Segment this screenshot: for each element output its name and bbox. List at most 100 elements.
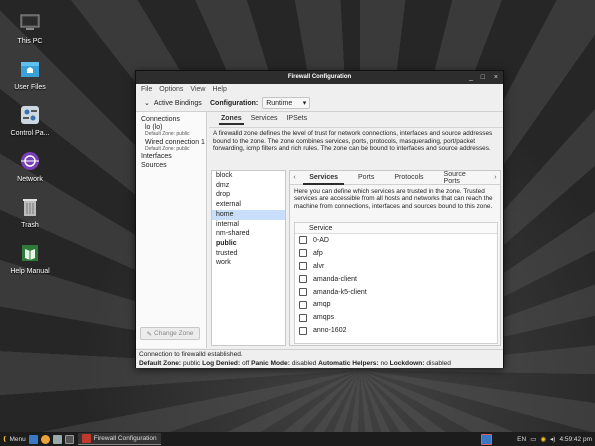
subtab-protocols[interactable]: Protocols: [384, 174, 433, 181]
service-name: amanda-client: [313, 275, 357, 283]
file-manager-icon[interactable]: [52, 434, 62, 444]
service-checkbox[interactable]: [299, 300, 307, 309]
start-menu-button[interactable]: ❪ Menu: [0, 435, 26, 444]
service-row[interactable]: anno-1602: [295, 324, 497, 337]
active-bindings-toggle[interactable]: ⌄ Active Bindings: [136, 99, 208, 108]
subtab-source-ports[interactable]: Source Ports: [434, 171, 491, 185]
menu-options[interactable]: Options: [158, 86, 184, 93]
zone-item[interactable]: external: [212, 200, 285, 210]
change-zone-label: Change Zone: [154, 330, 194, 337]
zone-item[interactable]: drop: [212, 190, 285, 200]
tab-services[interactable]: Services: [251, 115, 278, 122]
configuration-select[interactable]: Runtime ▾: [262, 97, 311, 109]
zone-item[interactable]: trusted: [212, 249, 285, 259]
desktop-icon-help-manual[interactable]: Help Manual: [0, 242, 60, 275]
zone-item-selected[interactable]: home: [212, 209, 285, 220]
zone-item[interactable]: internal: [212, 220, 285, 230]
service-name: amqp: [313, 301, 331, 309]
service-row[interactable]: amanda-client: [295, 273, 497, 286]
notification-icon[interactable]: ▭: [530, 435, 536, 443]
tab-ipsets[interactable]: IPSets: [286, 115, 307, 122]
desktop-icon-trash[interactable]: Trash: [0, 196, 60, 229]
connections-header[interactable]: Connections: [136, 115, 206, 124]
desktop-icon-user-files[interactable]: User Files: [0, 58, 60, 91]
desktop-icon-network[interactable]: Network: [0, 150, 60, 183]
bindings-pane: Connections lo (lo) Default Zone: public…: [136, 112, 207, 348]
menu-view[interactable]: View: [189, 86, 206, 93]
lockdown-label: Lockdown:: [389, 360, 425, 367]
service-checkbox[interactable]: [299, 262, 307, 271]
zone-item[interactable]: dmz: [212, 181, 285, 191]
services-description: Here you can define which services are t…: [294, 188, 493, 210]
service-row[interactable]: amqps: [295, 311, 497, 324]
tab-zones[interactable]: Zones: [219, 115, 244, 125]
service-row[interactable]: amqp: [295, 298, 497, 311]
default-zone-value: public: [182, 360, 201, 367]
main-pane: Zones Services IPSets A firewalld zone d…: [209, 112, 503, 348]
connection-wired-1[interactable]: Wired connection 1: [136, 139, 206, 146]
network-icon: [21, 152, 39, 170]
browser-icon[interactable]: [40, 434, 50, 444]
taskbar-app-label: Firewall Configuration: [93, 435, 157, 442]
service-row[interactable]: afp: [295, 247, 497, 260]
service-row[interactable]: 0-AD: [295, 234, 497, 247]
zone-item[interactable]: nm-shared: [212, 229, 285, 239]
zone-item-default[interactable]: public: [212, 239, 285, 249]
zone-item[interactable]: work: [212, 258, 285, 268]
automatic-helpers-label: Automatic Helpers:: [318, 360, 379, 367]
scroll-right-icon[interactable]: ›: [491, 174, 500, 181]
subtab-services[interactable]: Services: [299, 174, 348, 185]
window-titlebar[interactable]: Firewall Configuration _ □ ×: [136, 71, 503, 84]
menu-help[interactable]: Help: [211, 86, 227, 93]
minimize-button[interactable]: _: [469, 71, 473, 84]
desktop-icon-label: Help Manual: [10, 268, 50, 275]
service-checkbox[interactable]: [299, 288, 307, 296]
service-checkbox[interactable]: [299, 275, 307, 284]
maximize-button[interactable]: □: [481, 71, 485, 84]
clock[interactable]: 4:59:42 pm: [559, 436, 592, 443]
service-row[interactable]: alvr: [295, 260, 497, 273]
help-manual-icon: [22, 245, 38, 261]
panic-mode-value: disabled: [291, 360, 317, 367]
change-zone-button[interactable]: ✎ Change Zone: [140, 327, 200, 340]
service-checkbox[interactable]: [299, 249, 307, 258]
configuration-value: Runtime: [266, 99, 293, 107]
volume-icon[interactable]: ◂): [550, 435, 555, 443]
taskbar-app-firewall[interactable]: Firewall Configuration: [77, 433, 161, 445]
zone-subtabs: ‹ Services Ports Protocols Source Ports …: [290, 171, 500, 185]
network-tray-icon[interactable]: ◉: [540, 435, 546, 443]
language-indicator[interactable]: EN: [517, 436, 526, 443]
desktop-icon-control-panel[interactable]: Control Pa...: [0, 104, 60, 137]
zone-list: block dmz drop external home internal nm…: [211, 170, 286, 346]
close-button[interactable]: ×: [494, 71, 498, 84]
services-table: Service 0-AD afp alvr amanda-client aman…: [294, 222, 498, 344]
service-checkbox[interactable]: [299, 313, 307, 322]
configuration-label: Configuration:: [210, 99, 259, 107]
menubar: File Options View Help: [136, 84, 503, 95]
workspace-icon[interactable]: [480, 433, 492, 445]
service-checkbox[interactable]: [299, 236, 307, 245]
desktop-icon-label: User Files: [14, 84, 46, 91]
service-checkbox[interactable]: [299, 326, 307, 335]
subtab-ports[interactable]: Ports: [348, 174, 384, 181]
edit-icon: ✎: [146, 330, 153, 338]
interfaces-item[interactable]: Interfaces: [136, 152, 206, 161]
desktop-icon-label: Network: [17, 176, 43, 183]
scroll-left-icon[interactable]: ‹: [290, 174, 299, 181]
active-bindings-label: Active Bindings: [153, 99, 202, 107]
terminal-icon[interactable]: [64, 434, 74, 444]
services-column-header[interactable]: Service: [295, 223, 497, 234]
desktop-icon-this-pc[interactable]: This PC: [0, 12, 60, 45]
automatic-helpers-value: no: [380, 360, 388, 367]
menu-file[interactable]: File: [140, 86, 153, 93]
connection-lo[interactable]: lo (lo): [136, 124, 206, 131]
trash-icon: [23, 199, 37, 216]
service-name: anno-1602: [313, 327, 347, 335]
chevron-down-icon: ⌄: [144, 100, 150, 107]
sources-item[interactable]: Sources: [136, 161, 206, 170]
computer-icon: [20, 14, 40, 30]
show-desktop-icon[interactable]: [28, 434, 38, 444]
service-row[interactable]: amanda-k5-client: [295, 286, 497, 299]
zone-item[interactable]: block: [212, 171, 285, 181]
toolbar: ⌄ Active Bindings Configuration: Runtime…: [136, 95, 503, 112]
